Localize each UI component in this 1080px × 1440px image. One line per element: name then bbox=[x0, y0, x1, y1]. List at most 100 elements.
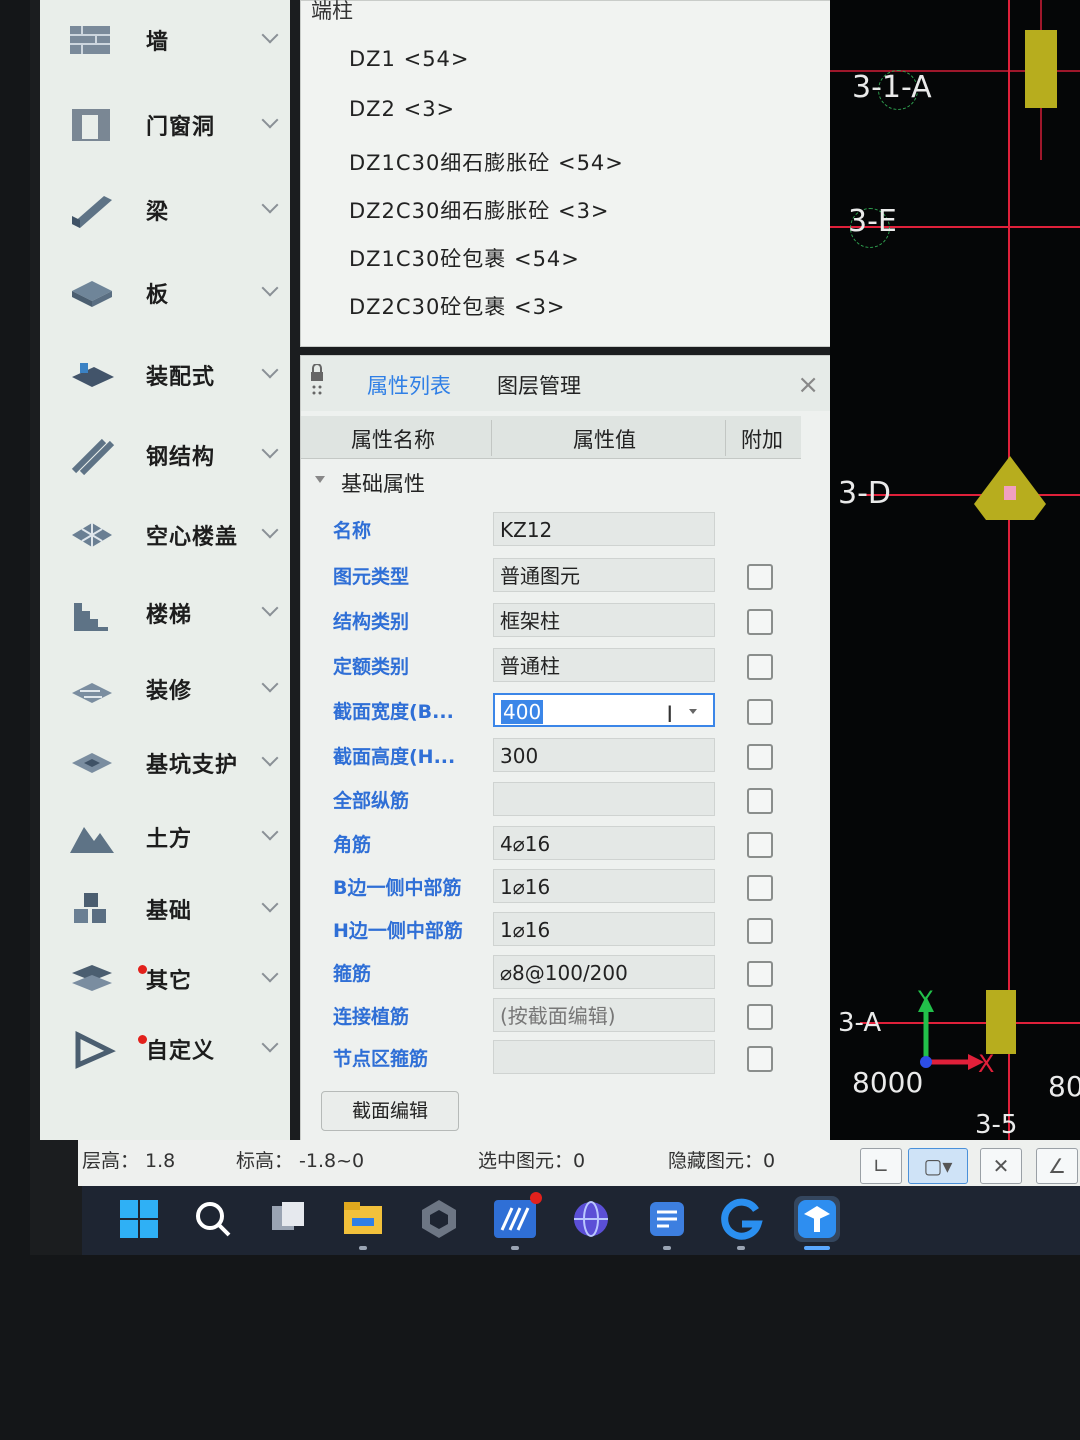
sidebar-item-custom[interactable]: 自定义 bbox=[40, 1014, 290, 1084]
search-icon[interactable] bbox=[190, 1196, 236, 1242]
sidebar-item-beam[interactable]: 梁 bbox=[40, 175, 290, 245]
sidebar-item-hollow-floor[interactable]: 空心楼盖 bbox=[40, 500, 290, 570]
section-width-input[interactable]: 400 I bbox=[493, 693, 715, 727]
property-value[interactable]: 普通图元 bbox=[493, 558, 715, 592]
tab-property-list[interactable]: 属性列表 bbox=[367, 370, 451, 400]
ortho-mode-icon[interactable]: ∟ bbox=[860, 1148, 902, 1184]
column-divider[interactable] bbox=[491, 420, 492, 456]
property-value[interactable] bbox=[493, 782, 715, 816]
chevron-down-icon[interactable] bbox=[261, 196, 279, 214]
collapse-triangle-icon[interactable] bbox=[315, 476, 325, 483]
group-basic-properties[interactable]: 基础属性 bbox=[315, 468, 425, 498]
tree-item[interactable]: DZ2C30细石膨胀砼 <3> bbox=[349, 195, 610, 225]
property-value[interactable]: 300 bbox=[493, 738, 715, 772]
extra-checkbox[interactable] bbox=[747, 699, 773, 725]
chevron-down-icon[interactable] bbox=[261, 361, 279, 379]
extra-checkbox[interactable] bbox=[747, 609, 773, 635]
extra-checkbox[interactable] bbox=[747, 744, 773, 770]
chevron-down-icon[interactable] bbox=[261, 111, 279, 129]
app-cube-icon[interactable] bbox=[416, 1196, 462, 1242]
sidebar-item-pit-support[interactable]: 基坑支护 bbox=[40, 728, 290, 798]
sidebar-item-stairs[interactable]: 楼梯 bbox=[40, 578, 290, 648]
chevron-down-icon[interactable] bbox=[261, 521, 279, 539]
app-notes-icon[interactable] bbox=[644, 1196, 690, 1250]
property-table-header: 属性名称 属性值 附加 bbox=[301, 416, 801, 459]
property-value[interactable]: 4⌀16 bbox=[493, 826, 715, 860]
windows-start-icon[interactable] bbox=[116, 1196, 162, 1242]
close-icon[interactable]: × bbox=[797, 370, 819, 400]
property-name: B边一侧中部筋 bbox=[333, 877, 462, 899]
property-value[interactable] bbox=[493, 1040, 715, 1074]
chevron-down-icon[interactable] bbox=[261, 441, 279, 459]
tree-item[interactable]: DZ2C30砼包裹 <3> bbox=[349, 291, 566, 321]
property-value[interactable]: KZ12 bbox=[493, 512, 715, 546]
column-element[interactable] bbox=[970, 452, 1050, 524]
app-blue-icon[interactable] bbox=[492, 1192, 542, 1250]
dropdown-arrow-icon[interactable] bbox=[689, 709, 697, 714]
extra-checkbox[interactable] bbox=[747, 788, 773, 814]
property-value[interactable]: 框架柱 bbox=[493, 603, 715, 637]
chevron-down-icon[interactable] bbox=[261, 823, 279, 841]
property-value[interactable]: 普通柱 bbox=[493, 648, 715, 682]
property-value[interactable]: (按截面编辑) bbox=[493, 998, 715, 1032]
section-edit-button[interactable]: 截面编辑 bbox=[321, 1091, 459, 1131]
sidebar-item-foundation[interactable]: 基础 bbox=[40, 874, 290, 944]
column-header-name: 属性名称 bbox=[351, 428, 435, 452]
tree-item[interactable]: DZ1C30细石膨胀砼 <54> bbox=[349, 147, 624, 177]
running-indicator bbox=[359, 1246, 367, 1250]
sidebar-item-prefab[interactable]: 装配式 bbox=[40, 340, 290, 410]
sidebar-item-label: 其它 bbox=[146, 969, 193, 994]
drawing-canvas[interactable]: 3-1-A 3-E 3-D 3-A 3-5 8000 80 Y X bbox=[830, 0, 1080, 1140]
column-divider[interactable] bbox=[725, 420, 726, 456]
sidebar-item-slab[interactable]: 板 bbox=[40, 258, 290, 328]
sidebar-item-label: 钢结构 bbox=[146, 445, 216, 470]
extra-checkbox[interactable] bbox=[747, 1004, 773, 1030]
sidebar-item-earthwork[interactable]: 土方 bbox=[40, 802, 290, 872]
sidebar-item-door-window[interactable]: 门窗洞 bbox=[40, 90, 290, 160]
chevron-down-icon[interactable] bbox=[261, 749, 279, 767]
property-value[interactable]: ⌀8@100/200 bbox=[493, 955, 715, 989]
extra-checkbox[interactable] bbox=[747, 961, 773, 987]
selected-count-status: 选中图元：0 bbox=[478, 1150, 586, 1172]
sidebar-item-other[interactable]: 其它 bbox=[40, 944, 290, 1014]
chevron-down-icon[interactable] bbox=[261, 895, 279, 913]
running-indicator bbox=[804, 1246, 830, 1250]
tree-group-header[interactable]: 端柱 bbox=[311, 0, 353, 25]
angle-icon[interactable]: ∠ bbox=[1036, 1148, 1078, 1184]
tree-item[interactable]: DZ1 <54> bbox=[349, 47, 470, 71]
cross-select-icon[interactable]: ✕ bbox=[980, 1148, 1022, 1184]
extra-checkbox[interactable] bbox=[747, 1046, 773, 1072]
status-bar: 层高： 1.8 标高： -1.8~0 选中图元：0 隐藏图元：0 ∟ ▢▾ ✕ … bbox=[78, 1140, 1080, 1186]
sidebar-item-decoration[interactable]: 装修 bbox=[40, 654, 290, 724]
extra-checkbox[interactable] bbox=[747, 918, 773, 944]
lock-icon[interactable] bbox=[309, 363, 325, 398]
extra-checkbox[interactable] bbox=[747, 832, 773, 858]
property-value[interactable]: 1⌀16 bbox=[493, 869, 715, 903]
sidebar-item-wall[interactable]: 墙 bbox=[40, 5, 290, 75]
extra-checkbox[interactable] bbox=[747, 654, 773, 680]
foundation-icon bbox=[68, 889, 116, 929]
sidebar-item-steel-structure[interactable]: 钢结构 bbox=[40, 420, 290, 490]
select-box-icon[interactable]: ▢▾ bbox=[908, 1148, 968, 1184]
tree-item[interactable]: DZ2 <3> bbox=[349, 97, 455, 121]
app-g-icon[interactable] bbox=[718, 1196, 764, 1250]
chevron-down-icon[interactable] bbox=[261, 675, 279, 693]
extra-checkbox[interactable] bbox=[747, 564, 773, 590]
property-value[interactable]: 1⌀16 bbox=[493, 912, 715, 946]
earthwork-icon bbox=[68, 817, 116, 857]
chevron-down-icon[interactable] bbox=[261, 599, 279, 617]
tab-layer-management[interactable]: 图层管理 bbox=[497, 370, 581, 400]
chevron-down-icon[interactable] bbox=[261, 965, 279, 983]
property-row: 名称 KZ12 bbox=[301, 508, 801, 552]
chevron-down-icon[interactable] bbox=[261, 1035, 279, 1053]
extra-checkbox[interactable] bbox=[747, 875, 773, 901]
chevron-down-icon[interactable] bbox=[261, 26, 279, 44]
file-explorer-icon[interactable] bbox=[340, 1196, 386, 1250]
sidebar-item-label: 土方 bbox=[146, 827, 193, 852]
globe-icon[interactable] bbox=[568, 1196, 614, 1242]
chevron-down-icon[interactable] bbox=[261, 279, 279, 297]
task-view-icon[interactable] bbox=[266, 1196, 312, 1242]
glodon-app-icon[interactable] bbox=[794, 1196, 840, 1250]
tree-item[interactable]: DZ1C30砼包裹 <54> bbox=[349, 243, 580, 273]
column-element[interactable] bbox=[1025, 30, 1057, 108]
